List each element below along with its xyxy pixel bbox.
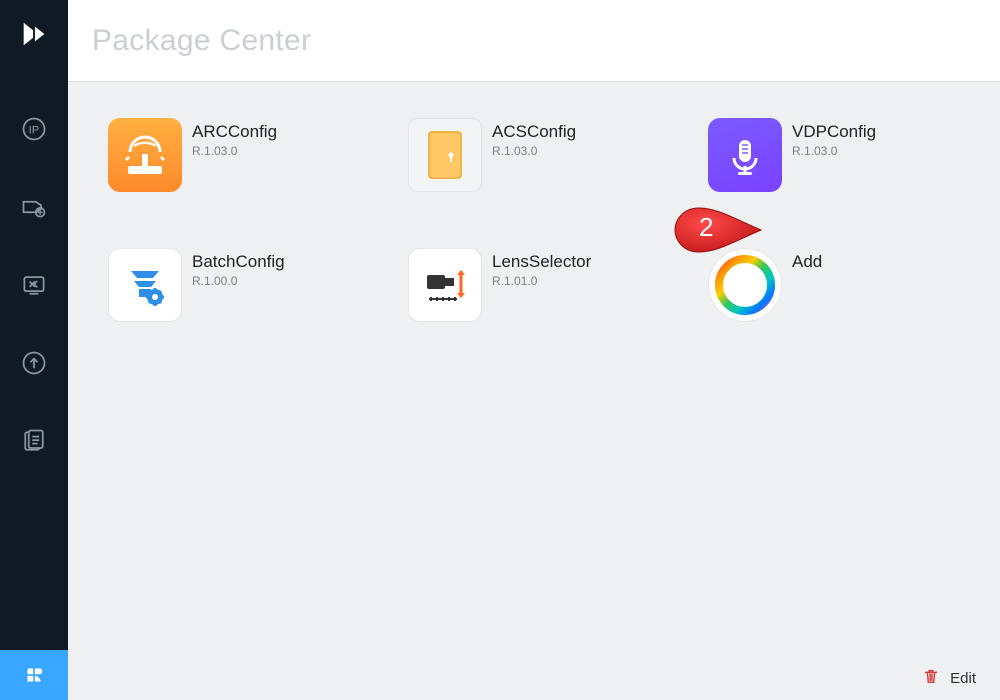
package-batchconfig[interactable]: BatchConfig R.1.00.0 [108,248,408,348]
package-title: ACSConfig [492,122,576,142]
header: Package Center [68,0,1000,82]
content: ARCConfig R.1.03.0 ACSConfig R.1.03.0 [68,82,1000,656]
package-vdpconfig[interactable]: VDPConfig R.1.03.0 [708,118,1000,218]
sidebar-item-device-settings[interactable] [0,186,68,228]
edit-button[interactable]: Edit [950,670,976,687]
package-title: Add [792,252,822,272]
sidebar-item-ip[interactable]: IP [0,108,68,150]
page-title: Package Center [92,24,311,58]
sidebar-item-documents[interactable] [0,420,68,462]
package-version: R.1.01.0 [492,274,591,288]
package-version: R.1.00.0 [192,274,285,288]
sidebar-item-upgrade[interactable] [0,342,68,384]
trash-icon [922,667,940,690]
package-title: ARCConfig [192,122,277,142]
package-version: R.1.03.0 [192,144,277,158]
lensselector-icon [408,248,482,322]
package-title: VDPConfig [792,122,876,142]
package-lensselector[interactable]: LensSelector R.1.01.0 [408,248,708,348]
sidebar-item-tools[interactable] [0,264,68,306]
package-title: LensSelector [492,252,591,272]
batchconfig-icon [108,248,182,322]
package-version: R.1.03.0 [792,144,876,158]
sidebar-nav: IP [0,68,68,462]
sidebar-item-package-center[interactable] [0,650,68,700]
delete-button[interactable] [922,667,940,690]
package-grid: ARCConfig R.1.03.0 ACSConfig R.1.03.0 [108,118,992,348]
package-version: R.1.03.0 [492,144,576,158]
acsconfig-icon [408,118,482,192]
svg-text:IP: IP [29,124,40,136]
bottom-bar: Edit [68,656,1000,700]
vdpconfig-icon [708,118,782,192]
package-arcconfig[interactable]: ARCConfig R.1.03.0 [108,118,408,218]
arcconfig-icon [108,118,182,192]
sidebar: IP [0,0,68,700]
package-add[interactable]: Add [708,248,1000,348]
app-logo [0,0,68,68]
package-title: BatchConfig [192,252,285,272]
package-acsconfig[interactable]: ACSConfig R.1.03.0 [408,118,708,218]
add-icon [708,248,782,322]
